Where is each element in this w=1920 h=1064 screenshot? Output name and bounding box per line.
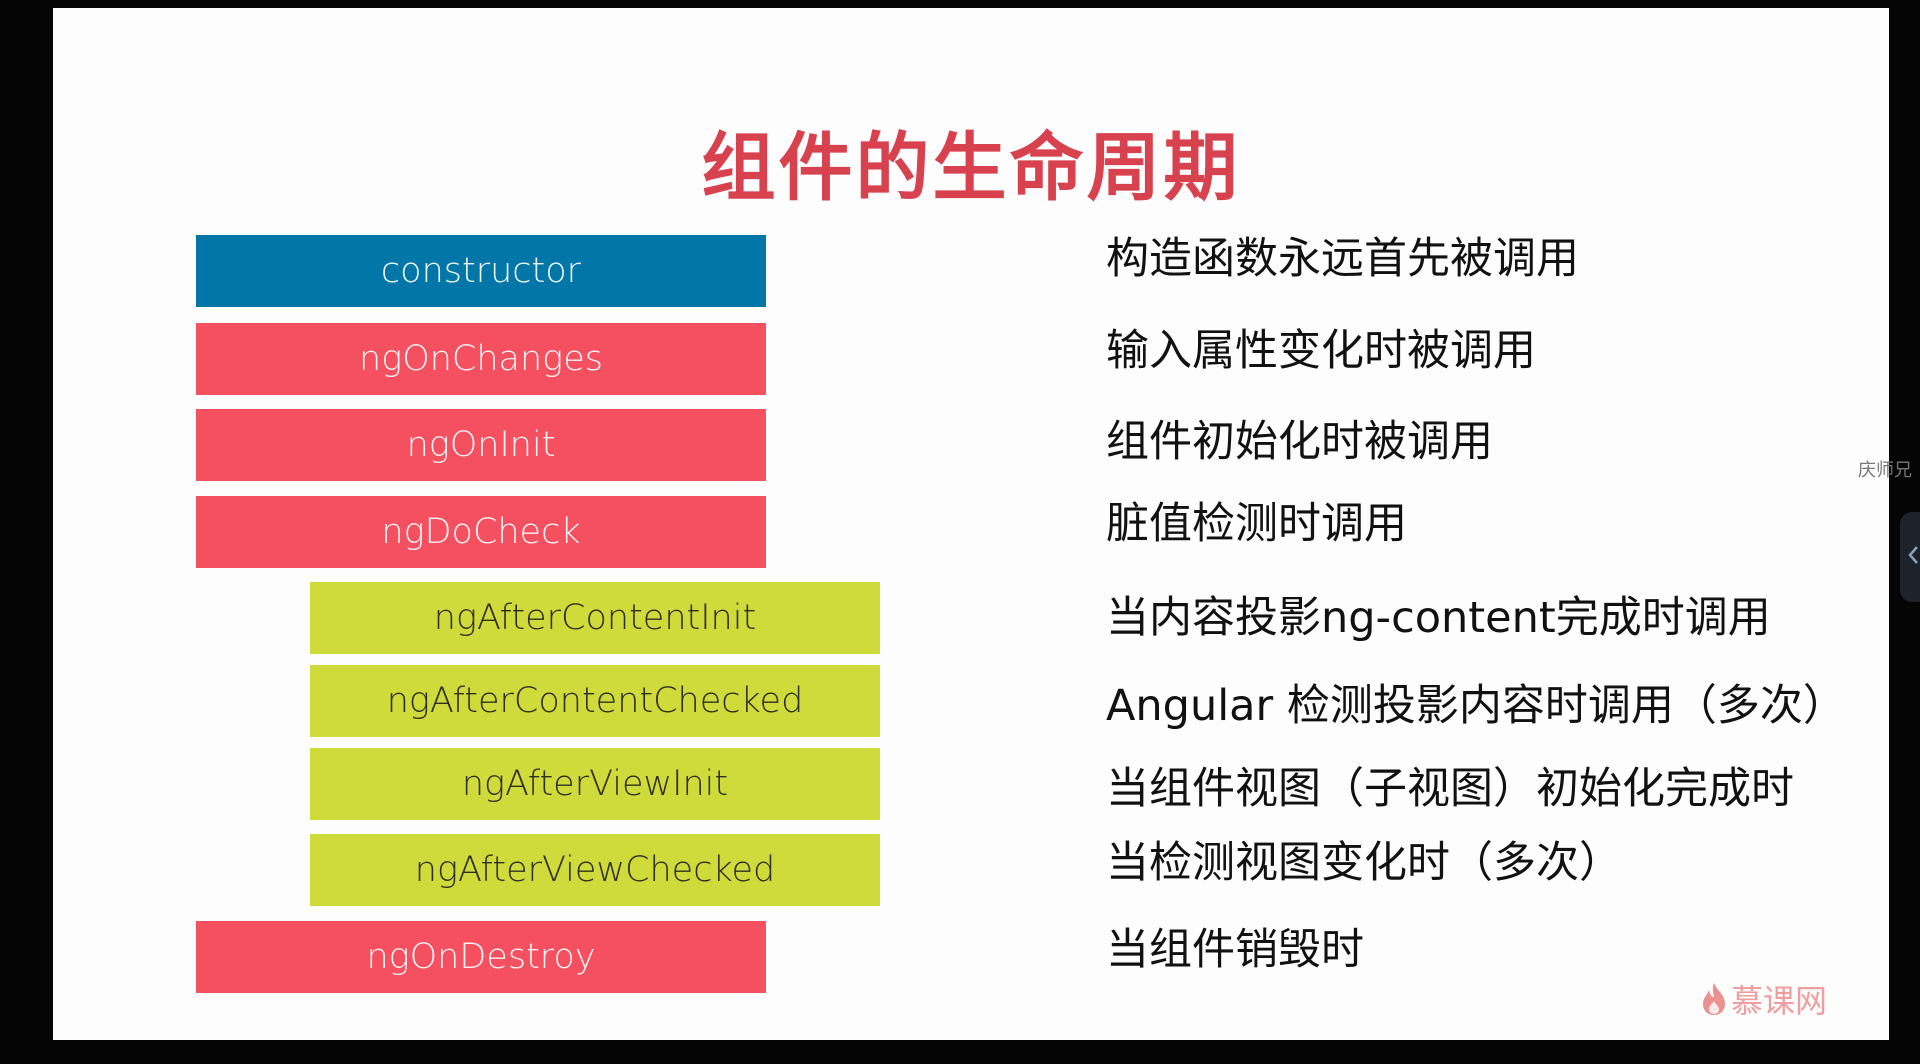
description-ngonchanges: 输入属性变化时被调用 — [1106, 326, 1536, 376]
hook-label: ngAfterContentChecked — [386, 681, 804, 721]
description-ngaftercontentchecked: Angular 检测投影内容时调用（多次） — [1106, 681, 1846, 731]
uploader-label: 庆师兄 — [1858, 460, 1912, 481]
hook-ngaftercontentinit: ngAfterContentInit — [310, 582, 880, 654]
side-panel-toggle[interactable] — [1900, 512, 1920, 602]
description-ngondestroy: 当组件销毁时 — [1106, 925, 1364, 975]
hook-constructor: constructor — [196, 235, 766, 307]
hook-label: ngOnChanges — [359, 339, 603, 379]
hook-ngaftercontentchecked: ngAfterContentChecked — [310, 665, 880, 737]
slide-title: 组件的生命周期 — [701, 125, 1241, 211]
description-ngafterviewinit: 当组件视图（子视图）初始化完成时 — [1106, 764, 1794, 814]
description-ngaftercontentinit: 当内容投影ng-content完成时调用 — [1106, 593, 1771, 643]
flame-icon — [1701, 981, 1727, 1017]
presentation-slide: 组件的生命周期 constructor ngOnChanges ngOnInit… — [53, 8, 1889, 1040]
hook-label: ngDoCheck — [381, 512, 581, 552]
hook-label: constructor — [380, 251, 582, 291]
hook-ngafterviewinit: ngAfterViewInit — [310, 748, 880, 820]
hook-ngdocheck: ngDoCheck — [196, 496, 766, 568]
hook-label: ngAfterViewChecked — [414, 850, 776, 890]
hook-ngoninit: ngOnInit — [196, 409, 766, 481]
hook-label: ngAfterViewInit — [461, 764, 729, 804]
imooc-watermark: 慕课网 — [1701, 976, 1827, 1022]
description-ngafterviewchecked: 当检测视图变化时（多次） — [1106, 838, 1622, 888]
hook-ngafterviewchecked: ngAfterViewChecked — [310, 834, 880, 906]
chevron-left-icon — [1907, 545, 1919, 569]
description-ngoninit: 组件初始化时被调用 — [1106, 417, 1493, 467]
watermark-text: 慕课网 — [1730, 982, 1827, 1020]
hook-label: ngAfterContentInit — [433, 598, 757, 638]
video-frame: 组件的生命周期 constructor ngOnChanges ngOnInit… — [0, 0, 1920, 1064]
hook-ngondestroy: ngOnDestroy — [196, 921, 766, 993]
description-ngdocheck: 脏值检测时调用 — [1106, 499, 1407, 549]
hook-label: ngOnDestroy — [366, 937, 596, 977]
description-constructor: 构造函数永远首先被调用 — [1106, 234, 1579, 284]
hook-label: ngOnInit — [406, 425, 556, 465]
hook-ngonchanges: ngOnChanges — [196, 323, 766, 395]
